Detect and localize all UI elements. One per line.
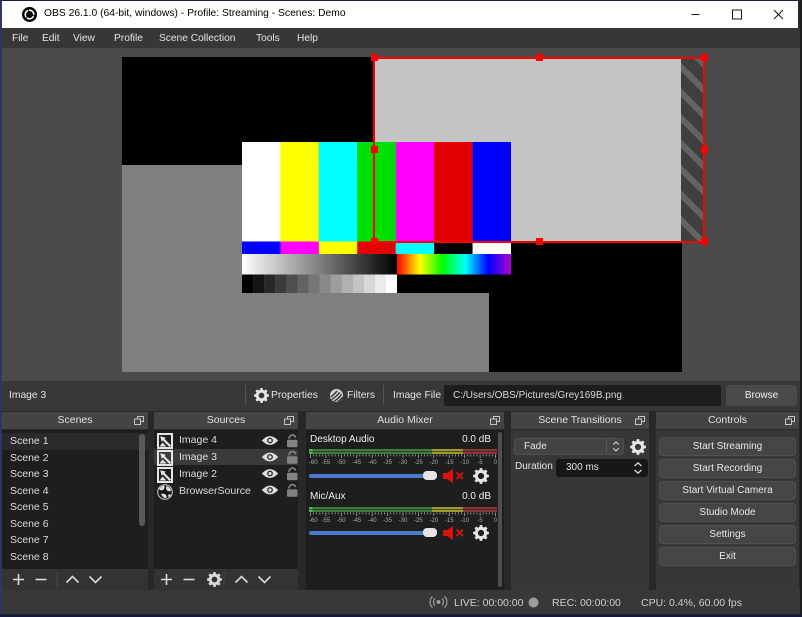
svg-text:-15: -15 — [445, 460, 454, 466]
svg-text:-40: -40 — [368, 460, 377, 466]
svg-text:-45: -45 — [352, 518, 361, 524]
svg-text:-40: -40 — [368, 518, 377, 524]
svg-text:-5: -5 — [477, 518, 483, 524]
svg-text:-35: -35 — [383, 460, 392, 466]
svg-text:-30: -30 — [399, 460, 408, 466]
svg-text:-55: -55 — [322, 460, 331, 466]
svg-text:0: 0 — [494, 460, 497, 466]
svg-text:-15: -15 — [445, 518, 454, 524]
svg-text:-50: -50 — [337, 460, 346, 466]
svg-text:-35: -35 — [383, 518, 392, 524]
svg-text:-25: -25 — [414, 460, 423, 466]
svg-text:-55: -55 — [322, 518, 331, 524]
svg-text:0: 0 — [494, 518, 497, 524]
svg-text:-10: -10 — [460, 518, 469, 524]
svg-text:-50: -50 — [337, 518, 346, 524]
svg-text:-20: -20 — [429, 460, 438, 466]
svg-text:-10: -10 — [460, 460, 469, 466]
svg-text:-60: -60 — [309, 460, 318, 466]
svg-text:-30: -30 — [399, 518, 408, 524]
svg-text:-5: -5 — [477, 460, 483, 466]
svg-text:-20: -20 — [429, 518, 438, 524]
svg-text:-25: -25 — [414, 518, 423, 524]
svg-text:-45: -45 — [352, 460, 361, 466]
svg-text:-60: -60 — [309, 518, 318, 524]
